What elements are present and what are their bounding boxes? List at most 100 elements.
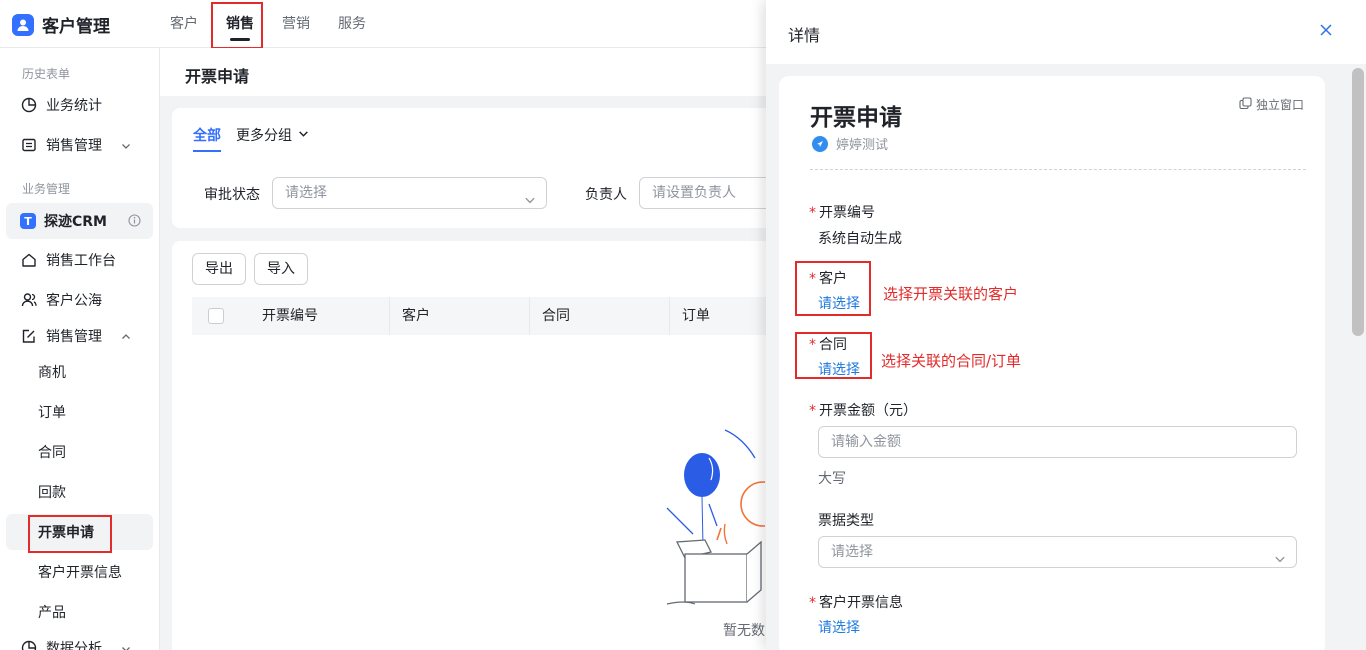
form-owner: 婷婷测试 [812, 134, 888, 153]
field-label-text: 客户开票信息 [819, 595, 903, 611]
close-icon[interactable] [1318, 22, 1334, 42]
approval-status-select[interactable]: 请选择 [272, 177, 547, 209]
sidebar-item-label: 销售工作台 [46, 253, 116, 269]
sidebar-item-crm[interactable]: T 探迹CRM [6, 203, 153, 239]
amount-input[interactable]: 请输入金额 [818, 426, 1297, 458]
chevron-down-icon [524, 187, 536, 217]
form-title: 开票申请 [810, 105, 902, 131]
highlight-box-customer [795, 261, 871, 316]
drawer-scrollbar[interactable] [1352, 68, 1364, 336]
empty-state-illustration [665, 428, 786, 650]
sidebar-item-business-stats[interactable]: 业务统计 [6, 87, 153, 123]
form-icon [20, 136, 38, 154]
sidebar-item-label: 销售管理 [46, 329, 102, 345]
required-mark: * [809, 595, 816, 611]
sidebar-group-business: 业务管理 [22, 182, 71, 196]
sidebar-item-label: 客户公海 [46, 293, 102, 309]
tab-more-groups[interactable]: 更多分组 [236, 125, 309, 145]
approval-status-label: 审批状态 [204, 187, 260, 203]
detail-drawer: 详情 开票申请 独立窗口 婷婷测试 * 开票编号 系统自动生成 * 客户 请选择 *… [766, 0, 1366, 650]
customer-invoice-select-link[interactable]: 请选择 [818, 617, 860, 637]
drawer-title: 详情 [788, 26, 821, 45]
tab-all[interactable]: 全部 [193, 125, 221, 145]
sidebar-item-label: 销售管理 [46, 138, 102, 154]
divider [810, 169, 1306, 170]
filter-card: 全部 更多分组 审批状态 请选择 负责人 请设置负责人 [172, 108, 779, 228]
approval-status-placeholder: 请选择 [285, 185, 327, 201]
sidebar: 历史表单 业务统计 销售管理 业务管理 T 探迹CRM 销售工作台 客户公海 销… [0, 48, 160, 650]
edit-doc-icon [20, 327, 38, 345]
table-header: 开票编号 客户 合同 订单 [192, 297, 772, 335]
popout-label: 独立窗口 [1256, 98, 1305, 112]
sidebar-item-customer-invoice-info[interactable]: 客户开票信息 [6, 554, 153, 590]
info-icon[interactable] [128, 214, 141, 231]
sidebar-item-product[interactable]: 产品 [6, 594, 153, 630]
chevron-down-icon [298, 127, 309, 143]
empty-state-text: 暂无数 [723, 623, 765, 639]
sidebar-item-opportunity[interactable]: 商机 [6, 354, 153, 390]
owner-select[interactable]: 请设置负责人 [639, 177, 779, 209]
sidebar-item-order[interactable]: 订单 [6, 394, 153, 430]
app-title: 客户管理 [42, 17, 110, 37]
page-title: 开票申请 [185, 67, 250, 86]
popout-icon [1239, 96, 1252, 113]
required-mark: * [809, 205, 816, 221]
chevron-down-icon [121, 139, 131, 155]
chevron-up-icon [121, 330, 131, 346]
annotation-contract: 选择关联的合同/订单 [881, 352, 1022, 370]
users-icon [20, 291, 38, 309]
nav-tab-marketing[interactable]: 营销 [282, 0, 310, 48]
brand: 客户管理 [12, 12, 110, 37]
popout-window-button[interactable]: 独立窗口 [1239, 96, 1304, 113]
amount-caps-label: 大写 [818, 471, 846, 487]
sidebar-item-sales-mgmt[interactable]: 销售管理 [6, 318, 153, 354]
column-header[interactable]: 订单 [670, 297, 770, 335]
import-button[interactable]: 导入 [254, 253, 308, 285]
top-bar: 客户管理 客户 销售 营销 服务 [0, 0, 766, 48]
sidebar-item-data-analysis[interactable]: 数据分析 [6, 630, 153, 650]
field-label-text: 开票编号 [819, 205, 875, 221]
drawer-header: 详情 [766, 0, 1366, 64]
annotation-customer: 选择开票关联的客户 [883, 285, 1019, 303]
sidebar-item-sales-workbench[interactable]: 销售工作台 [6, 242, 153, 278]
sidebar-group-history: 历史表单 [22, 67, 71, 81]
field-ticket-type-label: 票据类型 [818, 513, 874, 529]
sidebar-item-sales-mgmt-history[interactable]: 销售管理 [6, 127, 153, 163]
sidebar-item-label: 业务统计 [46, 98, 102, 114]
chevron-down-icon [121, 642, 131, 650]
ticket-type-placeholder: 请选择 [831, 544, 873, 560]
sidebar-item-customer-pool[interactable]: 客户公海 [6, 282, 153, 318]
user-logo-icon [12, 13, 34, 36]
crm-logo-icon: T [20, 213, 36, 229]
tab-active-indicator [193, 150, 221, 152]
page-header: 开票申请 [160, 48, 766, 96]
field-label-text: 开票金额（元） [819, 403, 917, 419]
field-customer-invoice-label: * 客户开票信息 [809, 592, 903, 612]
field-amount-label: * 开票金额（元） [809, 400, 917, 420]
nav-tab-customer[interactable]: 客户 [170, 0, 198, 48]
column-header[interactable]: 客户 [390, 297, 530, 335]
highlight-box-invoice-request [28, 515, 112, 553]
highlight-box-contract [795, 332, 872, 379]
top-nav: 客户 销售 营销 服务 [170, 0, 394, 48]
highlight-box-sales-tab [211, 2, 263, 49]
pie-chart-icon [20, 96, 38, 114]
owner-name: 婷婷测试 [836, 138, 889, 153]
field-invoice-no-label: * 开票编号 [809, 202, 875, 222]
required-mark: * [809, 403, 816, 419]
nav-tab-service[interactable]: 服务 [338, 0, 366, 48]
pie-chart-icon [20, 639, 38, 650]
sidebar-item-contract[interactable]: 合同 [6, 434, 153, 470]
home-icon [20, 251, 38, 269]
field-invoice-no-value: 系统自动生成 [818, 231, 902, 247]
owner-avatar-icon [812, 135, 828, 152]
column-header[interactable]: 开票编号 [250, 297, 390, 335]
select-all-checkbox[interactable] [208, 308, 224, 324]
column-header[interactable]: 合同 [530, 297, 670, 335]
sidebar-item-label: 数据分析 [46, 641, 102, 650]
export-button[interactable]: 导出 [192, 253, 246, 285]
sidebar-item-payment[interactable]: 回款 [6, 474, 153, 510]
ticket-type-select[interactable]: 请选择 [818, 536, 1297, 568]
main-content: 开票申请 全部 更多分组 审批状态 请选择 负责人 请设置负责人 导出 导入 开… [160, 48, 786, 650]
sidebar-item-label: 探迹CRM [44, 214, 107, 230]
